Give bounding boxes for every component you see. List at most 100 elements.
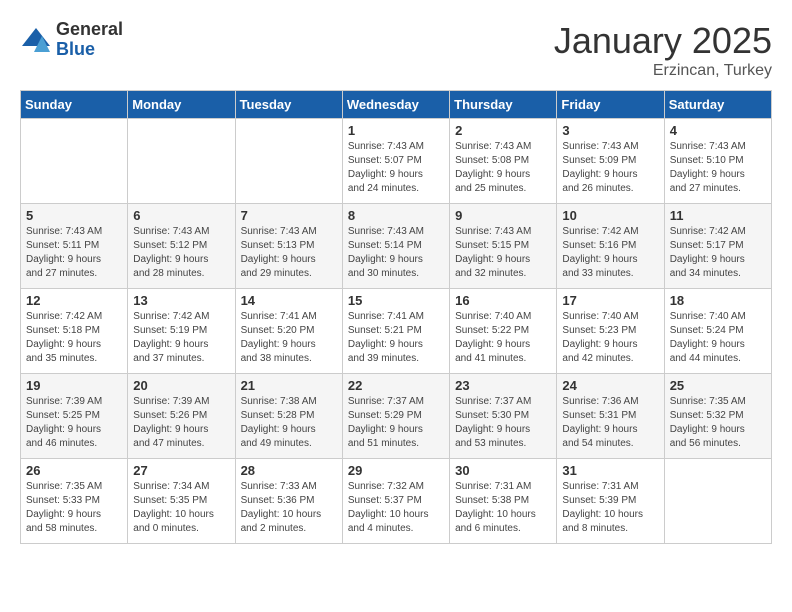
calendar-cell: 30Sunrise: 7:31 AM Sunset: 5:38 PM Dayli… <box>450 459 557 544</box>
calendar-cell: 10Sunrise: 7:42 AM Sunset: 5:16 PM Dayli… <box>557 204 664 289</box>
calendar-cell: 16Sunrise: 7:40 AM Sunset: 5:22 PM Dayli… <box>450 289 557 374</box>
day-number: 3 <box>562 123 658 138</box>
calendar: Sunday Monday Tuesday Wednesday Thursday… <box>20 90 772 544</box>
calendar-cell: 9Sunrise: 7:43 AM Sunset: 5:15 PM Daylig… <box>450 204 557 289</box>
day-info: Sunrise: 7:43 AM Sunset: 5:12 PM Dayligh… <box>133 225 229 281</box>
calendar-cell: 19 Sunrise: 7:39 AM Sunset: 5:25 PM Dayli… <box>21 374 128 459</box>
day-number: 31 <box>562 463 658 478</box>
calendar-cell: 31 Sunrise: 7:31 AM Sunset: 5:39 PM Dayli… <box>557 459 664 544</box>
day-info: Sunrise: 7:41 AM Sunset: 5:21 PM Dayligh… <box>348 310 444 366</box>
day-info: Sunrise: 7:42 AM Sunset: 5:19 PM Dayligh… <box>133 310 229 366</box>
day-number: 23 <box>455 378 551 393</box>
col-tuesday: Tuesday <box>235 91 342 119</box>
day-number: 7 <box>241 208 337 223</box>
calendar-cell: 3Sunrise: 7:43 AM Sunset: 5:09 PM Daylig… <box>557 119 664 204</box>
day-info: Sunrise: 7:40 AM Sunset: 5:22 PM Dayligh… <box>455 310 551 366</box>
day-info: Sunrise: 7:34 AM Sunset: 5:35 PM Dayligh… <box>133 480 229 536</box>
title-block: January 2025 Erzincan, Turkey <box>554 20 772 80</box>
location: Erzincan, Turkey <box>554 62 772 80</box>
calendar-cell: 15 Sunrise: 7:41 AM Sunset: 5:21 PM Dayli… <box>342 289 449 374</box>
day-info: Sunrise: 7:37 AM Sunset: 5:29 PM Dayligh… <box>348 395 444 451</box>
day-number: 8 <box>348 208 444 223</box>
calendar-cell <box>664 459 771 544</box>
calendar-cell: 28Sunrise: 7:33 AM Sunset: 5:36 PM Dayli… <box>235 459 342 544</box>
day-number: 26 <box>26 463 122 478</box>
page-header: General Blue January 2025 Erzincan, Turk… <box>20 20 772 80</box>
calendar-week-0: 1 Sunrise: 7:43 AM Sunset: 5:07 PM Daylig… <box>21 119 772 204</box>
day-info: Sunrise: 7:31 AM Sunset: 5:39 PM Dayligh… <box>562 480 658 536</box>
day-info: Sunrise: 7:41 AM Sunset: 5:20 PM Dayligh… <box>241 310 337 366</box>
calendar-header: Sunday Monday Tuesday Wednesday Thursday… <box>21 91 772 119</box>
day-number: 28 <box>241 463 337 478</box>
day-info: Sunrise: 7:35 AM Sunset: 5:33 PM Dayligh… <box>26 480 122 536</box>
calendar-cell: 25 Sunrise: 7:35 AM Sunset: 5:32 PM Dayli… <box>664 374 771 459</box>
col-friday: Friday <box>557 91 664 119</box>
day-number: 1 <box>348 123 444 138</box>
calendar-cell: 5 Sunrise: 7:43 AM Sunset: 5:11 PM Daylig… <box>21 204 128 289</box>
col-sunday: Sunday <box>21 91 128 119</box>
calendar-cell: 8Sunrise: 7:43 AM Sunset: 5:14 PM Daylig… <box>342 204 449 289</box>
calendar-cell <box>128 119 235 204</box>
day-number: 12 <box>26 293 122 308</box>
col-saturday: Saturday <box>664 91 771 119</box>
calendar-cell: 13 Sunrise: 7:42 AM Sunset: 5:19 PM Dayli… <box>128 289 235 374</box>
col-monday: Monday <box>128 91 235 119</box>
calendar-week-4: 26 Sunrise: 7:35 AM Sunset: 5:33 PM Dayli… <box>21 459 772 544</box>
day-number: 21 <box>241 378 337 393</box>
day-number: 19 <box>26 378 122 393</box>
day-number: 25 <box>670 378 766 393</box>
day-number: 13 <box>133 293 229 308</box>
logo-general: General <box>56 20 123 40</box>
day-number: 27 <box>133 463 229 478</box>
day-info: Sunrise: 7:43 AM Sunset: 5:08 PM Dayligh… <box>455 140 551 196</box>
logo-icon <box>20 26 52 54</box>
calendar-week-2: 12 Sunrise: 7:42 AM Sunset: 5:18 PM Dayli… <box>21 289 772 374</box>
day-info: Sunrise: 7:38 AM Sunset: 5:28 PM Dayligh… <box>241 395 337 451</box>
calendar-week-3: 19 Sunrise: 7:39 AM Sunset: 5:25 PM Dayli… <box>21 374 772 459</box>
day-number: 6 <box>133 208 229 223</box>
calendar-cell: 2 Sunrise: 7:43 AM Sunset: 5:08 PM Daylig… <box>450 119 557 204</box>
calendar-cell: 7 Sunrise: 7:43 AM Sunset: 5:13 PM Daylig… <box>235 204 342 289</box>
day-number: 18 <box>670 293 766 308</box>
calendar-cell: 1 Sunrise: 7:43 AM Sunset: 5:07 PM Daylig… <box>342 119 449 204</box>
day-info: Sunrise: 7:43 AM Sunset: 5:10 PM Dayligh… <box>670 140 766 196</box>
calendar-cell: 26 Sunrise: 7:35 AM Sunset: 5:33 PM Dayli… <box>21 459 128 544</box>
day-info: Sunrise: 7:42 AM Sunset: 5:18 PM Dayligh… <box>26 310 122 366</box>
calendar-cell: 11Sunrise: 7:42 AM Sunset: 5:17 PM Dayli… <box>664 204 771 289</box>
day-info: Sunrise: 7:43 AM Sunset: 5:07 PM Dayligh… <box>348 140 444 196</box>
day-number: 2 <box>455 123 551 138</box>
day-info: Sunrise: 7:43 AM Sunset: 5:15 PM Dayligh… <box>455 225 551 281</box>
day-number: 5 <box>26 208 122 223</box>
calendar-cell: 23 Sunrise: 7:37 AM Sunset: 5:30 PM Dayli… <box>450 374 557 459</box>
calendar-cell: 12 Sunrise: 7:42 AM Sunset: 5:18 PM Dayli… <box>21 289 128 374</box>
day-info: Sunrise: 7:40 AM Sunset: 5:23 PM Dayligh… <box>562 310 658 366</box>
day-info: Sunrise: 7:31 AM Sunset: 5:38 PM Dayligh… <box>455 480 551 536</box>
day-number: 20 <box>133 378 229 393</box>
day-info: Sunrise: 7:43 AM Sunset: 5:11 PM Dayligh… <box>26 225 122 281</box>
day-info: Sunrise: 7:35 AM Sunset: 5:32 PM Dayligh… <box>670 395 766 451</box>
day-info: Sunrise: 7:43 AM Sunset: 5:13 PM Dayligh… <box>241 225 337 281</box>
day-number: 22 <box>348 378 444 393</box>
month-title: January 2025 <box>554 20 772 62</box>
calendar-cell: 29Sunrise: 7:32 AM Sunset: 5:37 PM Dayli… <box>342 459 449 544</box>
col-wednesday: Wednesday <box>342 91 449 119</box>
day-info: Sunrise: 7:40 AM Sunset: 5:24 PM Dayligh… <box>670 310 766 366</box>
day-number: 11 <box>670 208 766 223</box>
day-number: 10 <box>562 208 658 223</box>
day-info: Sunrise: 7:37 AM Sunset: 5:30 PM Dayligh… <box>455 395 551 451</box>
calendar-cell: 22 Sunrise: 7:37 AM Sunset: 5:29 PM Dayli… <box>342 374 449 459</box>
calendar-cell: 21 Sunrise: 7:38 AM Sunset: 5:28 PM Dayli… <box>235 374 342 459</box>
day-info: Sunrise: 7:36 AM Sunset: 5:31 PM Dayligh… <box>562 395 658 451</box>
logo-text: General Blue <box>56 20 123 60</box>
calendar-cell: 27 Sunrise: 7:34 AM Sunset: 5:35 PM Dayli… <box>128 459 235 544</box>
calendar-cell: 4Sunrise: 7:43 AM Sunset: 5:10 PM Daylig… <box>664 119 771 204</box>
col-thursday: Thursday <box>450 91 557 119</box>
day-number: 14 <box>241 293 337 308</box>
logo: General Blue <box>20 20 123 60</box>
day-info: Sunrise: 7:39 AM Sunset: 5:25 PM Dayligh… <box>26 395 122 451</box>
calendar-cell: 17Sunrise: 7:40 AM Sunset: 5:23 PM Dayli… <box>557 289 664 374</box>
calendar-cell: 24Sunrise: 7:36 AM Sunset: 5:31 PM Dayli… <box>557 374 664 459</box>
day-info: Sunrise: 7:32 AM Sunset: 5:37 PM Dayligh… <box>348 480 444 536</box>
day-number: 15 <box>348 293 444 308</box>
calendar-cell <box>235 119 342 204</box>
